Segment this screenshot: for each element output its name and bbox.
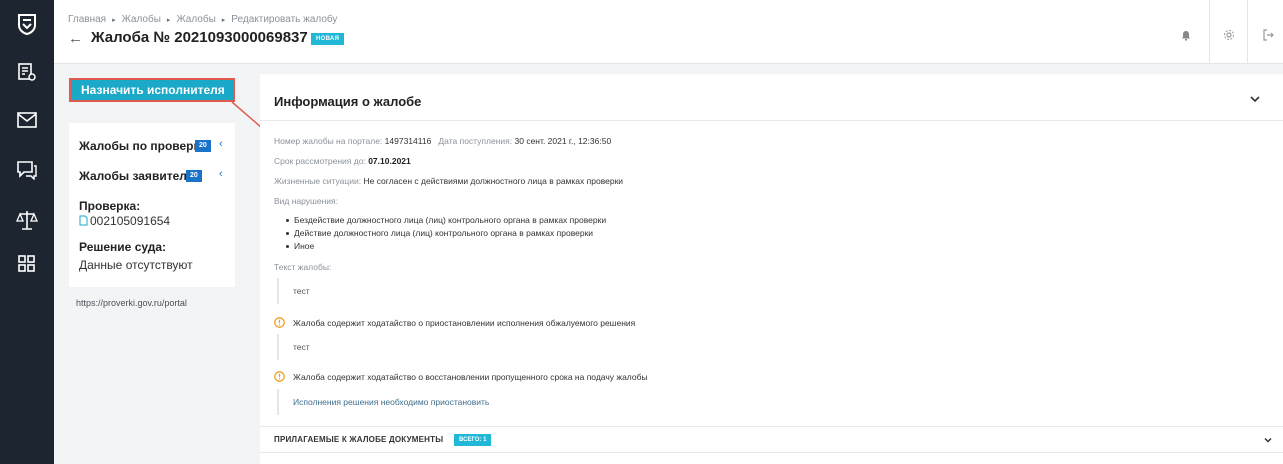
portal-number-row: Номер жалобы на портале: 1497314116 Дата…: [274, 136, 611, 146]
restore-notice-text: Жалоба содержит ходатайство о восстановл…: [293, 371, 648, 382]
chevron-left-icon[interactable]: ‹: [219, 138, 223, 150]
chevron-down-icon[interactable]: [1262, 434, 1274, 446]
document-search-icon[interactable]: [0, 52, 54, 92]
chevron-down-icon[interactable]: [1248, 92, 1262, 106]
breadcrumb-separator-icon: ▸: [112, 17, 116, 24]
logout-icon[interactable]: [1261, 28, 1275, 42]
breadcrumb-separator-icon: ▸: [221, 17, 226, 24]
annotation-arrow: [231, 101, 263, 129]
divider: [260, 452, 1283, 453]
life-situation-value: Не согласен с действиями должностного ли…: [363, 176, 624, 186]
received-value: 30 сент. 2021 г., 12:36:50: [514, 136, 612, 146]
section-title: Информация о жалобе: [274, 94, 422, 109]
breadcrumb-item[interactable]: Главная: [68, 14, 106, 25]
side-card: Жалобы по проверке 20 ‹ Жалобы заявителя…: [69, 123, 235, 287]
list-item: Иное: [286, 240, 606, 253]
coat-of-arms-logo[interactable]: [0, 0, 54, 48]
gear-icon[interactable]: [1222, 28, 1236, 42]
portal-number-label: Номер жалобы на портале:: [274, 136, 383, 146]
received-label: Дата поступления:: [438, 136, 513, 146]
warning-icon: [274, 371, 285, 382]
life-situation-label: Жизненные ситуации:: [274, 176, 362, 186]
suspend-text: тест: [293, 342, 310, 352]
attached-documents-title: ПРИЛАГАЕМЫЕ К ЖАЛОБЕ ДОКУМЕНТЫ: [274, 435, 444, 444]
divider: [1209, 0, 1210, 64]
suspend-notice: Жалоба содержит ходатайство о приостанов…: [274, 317, 635, 328]
list-item: Бездействие должностного лица (лиц) конт…: [286, 214, 606, 227]
complaint-text-block: тест: [277, 278, 577, 304]
deadline-label: Срок рассмотрения до:: [274, 156, 366, 166]
portal-number-value: 1497314116: [384, 136, 432, 146]
warning-icon: [274, 317, 285, 328]
inspection-link[interactable]: 002105091654: [79, 214, 170, 228]
inspection-complaints-count: 20: [195, 140, 211, 152]
inspection-complaints-label[interactable]: Жалобы по проверке: [79, 139, 206, 153]
applicant-complaints-label[interactable]: Жалобы заявителя: [79, 169, 194, 183]
divider: [260, 426, 1283, 427]
status-badge: НОВАЯ: [311, 33, 345, 45]
deadline-row: Срок рассмотрения до: 07.10.2021: [274, 156, 411, 166]
inspection-label: Проверка:: [79, 199, 141, 213]
complaint-info-card: Информация о жалобе Номер жалобы на порт…: [260, 74, 1283, 464]
restore-notice: Жалоба содержит ходатайство о восстановл…: [274, 371, 648, 382]
scales-icon[interactable]: [0, 200, 54, 240]
deadline-value: 07.10.2021: [368, 156, 411, 166]
assign-executor-button[interactable]: Назначить исполнителя: [69, 78, 235, 102]
chevron-left-icon[interactable]: ‹: [219, 168, 223, 180]
chat-icon[interactable]: [0, 150, 54, 190]
suspend-text-block: тест: [277, 334, 577, 360]
suspend-notice-text: Жалоба содержит ходатайство о приостанов…: [293, 317, 636, 328]
complaint-text: тест: [293, 286, 310, 296]
documents-count-badge: ВСЕГО: 1: [454, 434, 492, 446]
applicant-complaints-count: 20: [186, 170, 202, 182]
inspection-number: 002105091654: [90, 214, 171, 228]
divider: [260, 120, 1283, 121]
bell-icon[interactable]: [1179, 28, 1193, 42]
portal-link[interactable]: https://proverki.gov.ru/portal: [76, 298, 187, 308]
top-bar: Главная ▸ Жалобы ▸ Жалобы ▸ Редактировать жало…: [54, 0, 1283, 64]
court-decision-label: Решение суда:: [79, 240, 167, 254]
arrow-left-icon[interactable]: ←: [68, 30, 83, 47]
breadcrumb-item: Редактировать жалобу: [231, 14, 338, 25]
life-situation-row: Жизненные ситуации: Не согласен с действ…: [274, 176, 623, 186]
restore-text: Исполнения решения необходимо приостанов…: [293, 397, 490, 407]
mail-icon[interactable]: [0, 100, 54, 140]
complaint-text-label: Текст жалобы:: [274, 262, 332, 272]
breadcrumb-item[interactable]: Жалобы: [122, 14, 161, 25]
page-title: Жалоба № 2021093000069837: [91, 29, 308, 46]
grid-icon[interactable]: [0, 244, 54, 284]
divider: [1247, 0, 1248, 64]
violation-list: Бездействие должностного лица (лиц) конт…: [286, 214, 606, 253]
breadcrumb-separator-icon: ▸: [166, 17, 171, 24]
breadcrumb: Главная ▸ Жалобы ▸ Жалобы ▸ Редактировать жало…: [68, 14, 337, 25]
court-decision-value: Данные отсутствуют: [79, 258, 193, 272]
breadcrumb-item[interactable]: Жалобы: [176, 14, 215, 25]
violation-label: Вид нарушения:: [274, 196, 338, 206]
restore-text-block: Исполнения решения необходимо приостанов…: [277, 389, 577, 415]
document-icon: [79, 215, 88, 226]
left-rail: [0, 0, 54, 464]
list-item: Действие должностного лица (лиц) контрол…: [286, 227, 606, 240]
